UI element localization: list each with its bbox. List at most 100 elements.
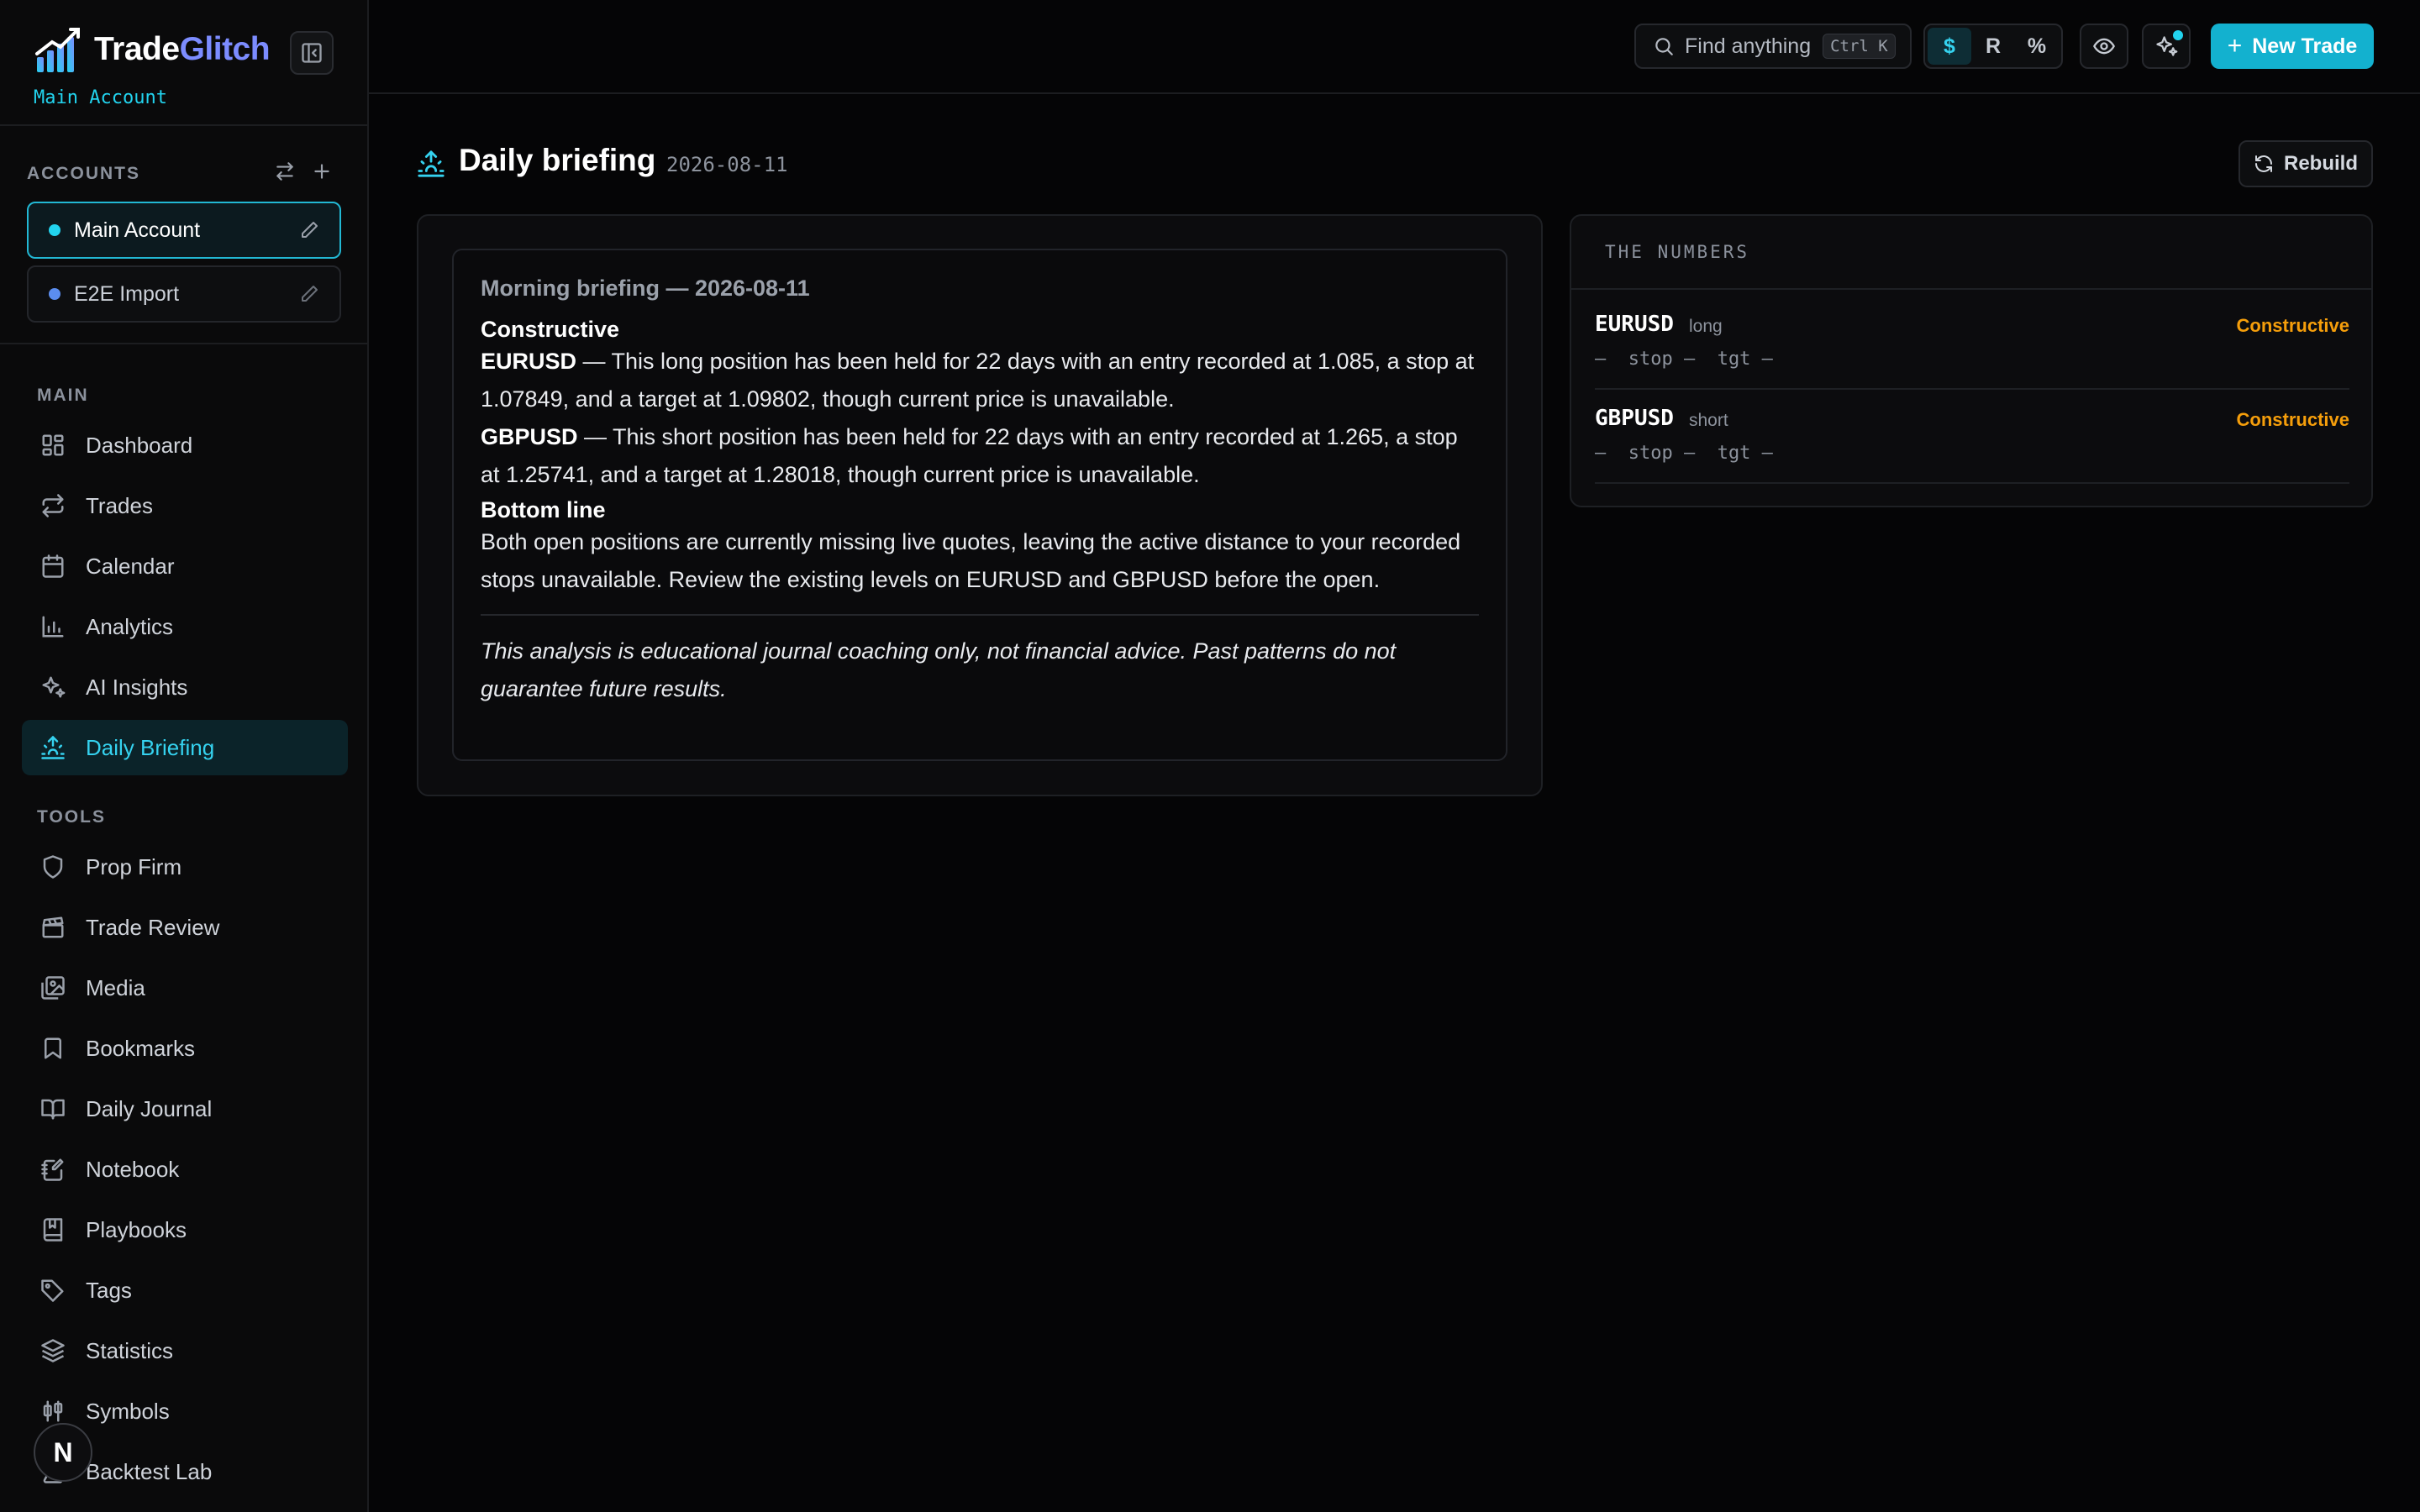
switch-accounts-icon[interactable] <box>274 160 296 182</box>
edit-account-icon[interactable] <box>299 284 319 304</box>
unit-percent-button[interactable]: % <box>2015 28 2059 65</box>
symbol-name: GBPUSD <box>481 424 578 449</box>
divider <box>0 343 367 344</box>
nav-item-playbooks[interactable]: Playbooks <box>22 1202 348 1257</box>
nav-label: Backtest Lab <box>86 1458 213 1484</box>
briefing-disclaimer: This analysis is educational journal coa… <box>481 638 1397 701</box>
tools-nav-heading: TOOLS <box>37 807 106 827</box>
unit-r-button[interactable]: R <box>1971 28 2015 65</box>
paragraph-text: — This long position has been held for 2… <box>481 349 1475 412</box>
nav-item-daily-journal[interactable]: Daily Journal <box>22 1081 348 1137</box>
nav-label: Trades <box>86 492 153 518</box>
images-icon <box>41 976 65 1000</box>
divider <box>1595 482 2349 484</box>
divider <box>0 124 367 126</box>
briefing-section-heading: Constructive <box>481 317 620 342</box>
privacy-toggle-button[interactable] <box>2080 24 2128 69</box>
position-direction: long <box>1689 317 1723 336</box>
edit-account-icon[interactable] <box>299 220 319 240</box>
candlestick-icon <box>43 1400 63 1422</box>
position-symbol: GBPUSD <box>1595 406 1674 431</box>
brand[interactable]: TradeGlitch <box>34 24 271 76</box>
sparkles-icon <box>42 676 66 698</box>
briefing-eurusd-paragraph: EURUSD — This long position has been hel… <box>481 343 1479 418</box>
nav-item-calendar[interactable]: Calendar <box>22 538 348 594</box>
search-placeholder: Find anything <box>1685 34 1812 58</box>
account-name: E2E Import <box>74 281 180 306</box>
nav-label: Trade Review <box>86 914 220 940</box>
analytics-icon <box>42 616 64 638</box>
nav-item-analytics[interactable]: Analytics <box>22 599 348 654</box>
nav-label: Tags <box>86 1277 132 1303</box>
position-levels: — stop — tgt — <box>1595 349 1773 370</box>
dashboard-icon <box>42 434 64 456</box>
nav-label: Symbols <box>86 1398 170 1424</box>
position-row[interactable]: GBPUSD short Constructive — stop — tgt — <box>1595 392 2349 486</box>
nav-label: Bookmarks <box>86 1035 196 1061</box>
panel-left-close-icon <box>302 43 322 63</box>
briefing-bottom-line: Both open positions are currently missin… <box>481 529 1461 592</box>
nav-item-statistics[interactable]: Statistics <box>22 1323 348 1378</box>
brand-name-part2: Glitch <box>179 31 271 67</box>
calendar-icon <box>42 554 64 578</box>
account-item-e2e-import[interactable]: E2E Import <box>27 265 341 323</box>
nav-label: Notebook <box>86 1156 180 1182</box>
next-devtools-button[interactable]: N <box>34 1423 92 1482</box>
main-nav-heading: MAIN <box>37 386 89 405</box>
search-box[interactable]: Find anything Ctrl K <box>1634 24 1912 69</box>
nav-item-bookmarks[interactable]: Bookmarks <box>22 1021 348 1076</box>
position-direction: short <box>1689 411 1728 430</box>
account-status-dot <box>49 224 60 236</box>
nav-label: Dashboard <box>86 432 193 458</box>
shield-icon <box>43 855 63 879</box>
display-unit-toggle: $ R % <box>1923 24 2063 69</box>
ai-assistant-button[interactable] <box>2142 24 2191 69</box>
sunrise-icon <box>417 150 445 178</box>
notebook-icon <box>41 1158 64 1181</box>
eye-icon <box>2093 38 2115 55</box>
numbers-card: THE NUMBERS EURUSD long Constructive — s… <box>1570 214 2373 507</box>
paragraph-text: — This short position has been held for … <box>481 424 1458 487</box>
notification-dot <box>2173 30 2183 40</box>
nav-item-dashboard[interactable]: Dashboard <box>22 417 348 473</box>
briefing-section-heading: Bottom line <box>481 497 606 522</box>
collapse-sidebar-button[interactable] <box>290 31 334 75</box>
nav-item-daily-briefing[interactable]: Daily Briefing <box>22 720 348 775</box>
brand-name: TradeGlitch <box>94 31 271 68</box>
sunrise-icon <box>41 736 65 759</box>
nav-item-trades[interactable]: Trades <box>22 478 348 533</box>
add-account-icon[interactable] <box>311 160 333 182</box>
nav-item-ai-insights[interactable]: AI Insights <box>22 659 348 715</box>
divider <box>481 614 1479 616</box>
nav-label: Statistics <box>86 1337 174 1363</box>
nav-item-media[interactable]: Media <box>22 960 348 1016</box>
page-title: Daily briefing <box>459 143 656 177</box>
nav-item-trade-review[interactable]: Trade Review <box>22 900 348 955</box>
nav-item-tags[interactable]: Tags <box>22 1263 348 1318</box>
nav-label: AI Insights <box>86 674 188 700</box>
search-icon <box>1655 38 1673 55</box>
rebuild-button[interactable]: Rebuild <box>2238 140 2373 187</box>
account-item-main[interactable]: Main Account <box>27 202 341 259</box>
nav-item-notebook[interactable]: Notebook <box>22 1142 348 1197</box>
position-symbol: EURUSD <box>1595 312 1674 337</box>
book-icon <box>43 1218 63 1242</box>
unit-dollar-button[interactable]: $ <box>1928 28 1971 65</box>
trades-icon <box>42 494 64 517</box>
numbers-heading: THE NUMBERS <box>1571 216 2371 290</box>
plus-icon: + <box>2227 32 2243 60</box>
nav-label: Prop Firm <box>86 853 182 879</box>
nav-item-prop-firm[interactable]: Prop Firm <box>22 839 348 895</box>
current-account-label: Main Account <box>34 87 167 108</box>
top-bar: Find anything Ctrl K $ R % + New Trade <box>369 0 2420 94</box>
book-open-icon <box>41 1099 65 1120</box>
position-row[interactable]: EURUSD long Constructive — stop — tgt — <box>1595 298 2349 392</box>
account-name: Main Account <box>74 218 201 242</box>
sidebar: TradeGlitch Main Account ACCOUNTS Main A… <box>0 0 369 1512</box>
rebuild-label: Rebuild <box>2284 152 2358 175</box>
search-shortcut-hint: Ctrl K <box>1823 34 1896 59</box>
tag-icon <box>41 1279 64 1302</box>
brand-name-part1: Trade <box>94 31 180 67</box>
new-trade-button[interactable]: + New Trade <box>2211 24 2374 69</box>
page-date: 2026-08-11 <box>666 153 788 176</box>
